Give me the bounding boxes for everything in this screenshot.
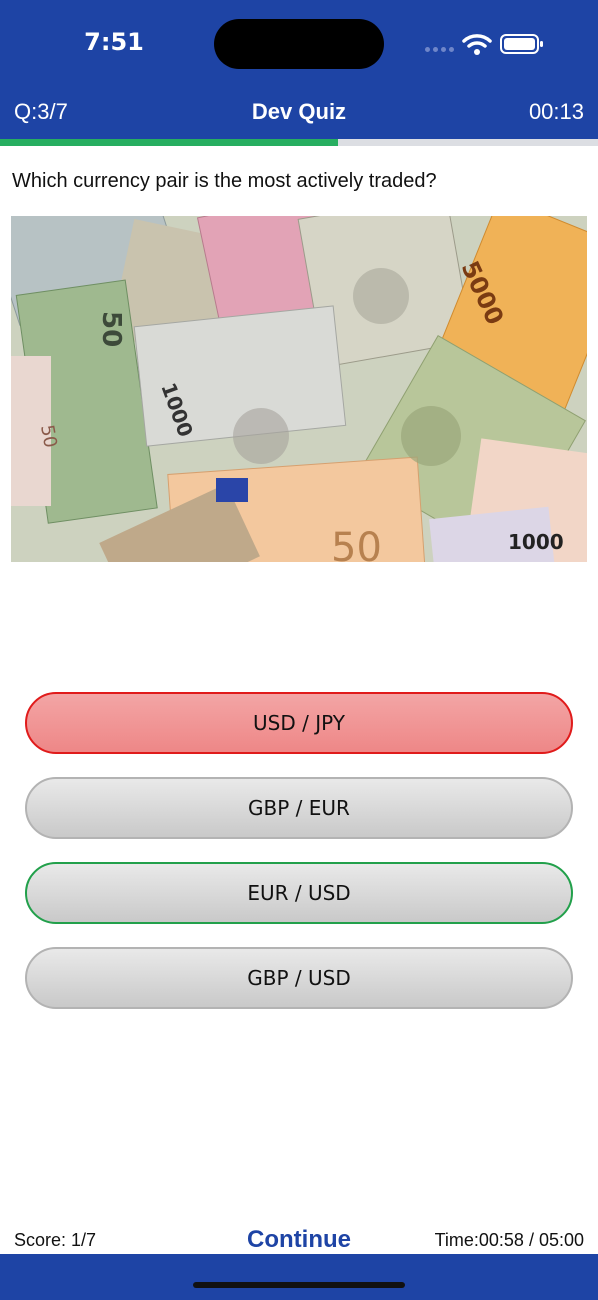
banknote-label: 1000	[508, 530, 564, 554]
page-title: Dev Quiz	[251, 99, 347, 124]
top-header: 7:51 Q:3/7 Dev Quiz 00:13	[0, 0, 598, 139]
banknote-label: 50	[96, 311, 126, 347]
wifi-icon	[462, 34, 492, 55]
home-indicator[interactable]	[193, 1282, 405, 1288]
progress-fill	[0, 139, 339, 146]
answer-button-3[interactable]: EUR / USD	[25, 862, 573, 924]
currency-photo: 50 5000 1000 50 50 1000	[11, 216, 587, 562]
question-text: Which currency pair is the most actively…	[12, 170, 437, 192]
banknote-label: 50	[36, 423, 61, 449]
answer-button-2[interactable]: GBP / EUR	[25, 777, 573, 839]
status-time: 7:51	[84, 28, 144, 56]
bottom-bar	[0, 1254, 598, 1300]
answer-label: GBP / USD	[247, 966, 351, 990]
question-countdown: 00:13	[528, 99, 584, 124]
banknote-label: 50	[331, 525, 382, 562]
dynamic-island	[214, 19, 384, 69]
answer-label: USD / JPY	[253, 711, 345, 735]
answer-button-4[interactable]: GBP / USD	[25, 947, 573, 1009]
progress-bar	[0, 139, 598, 146]
footer: Score: 1/7 Continue Time:00:58 / 05:00	[0, 1226, 598, 1254]
answer-label: EUR / USD	[247, 881, 351, 905]
answer-label: GBP / EUR	[248, 796, 350, 820]
elapsed-timer: Time:00:58 / 05:00	[434, 1230, 584, 1250]
battery-icon	[500, 34, 543, 54]
answer-button-1[interactable]: USD / JPY	[25, 692, 573, 754]
cellular-signal-icon	[425, 47, 454, 53]
answer-list: USD / JPY GBP / EUR EUR / USD GBP / USD	[25, 692, 573, 1032]
banknotes-image: 50 5000 1000 50 50 1000	[11, 216, 587, 562]
